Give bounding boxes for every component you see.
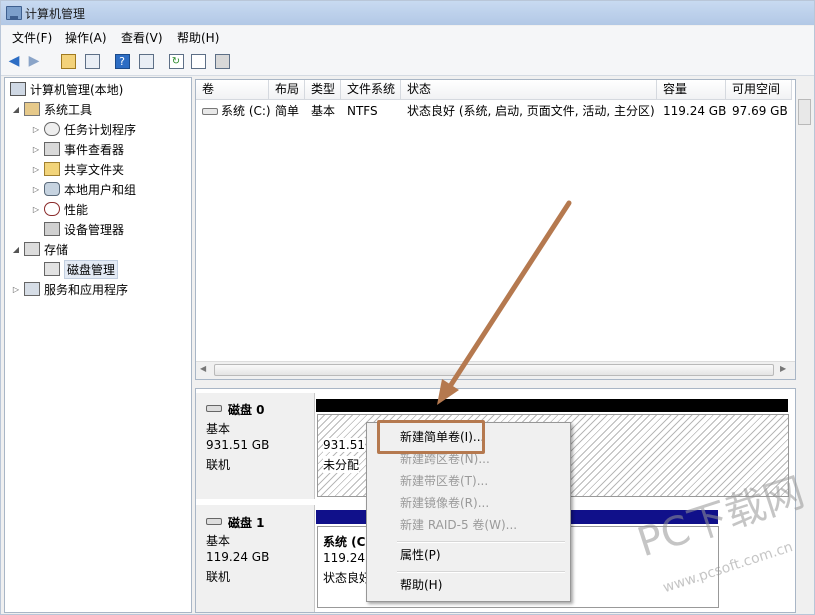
computer-management-window: 计算机管理 文件(F) 操作(A) 查看(V) 帮助(H) ◀ ▶ ? ↻ 计算… [0,0,815,615]
